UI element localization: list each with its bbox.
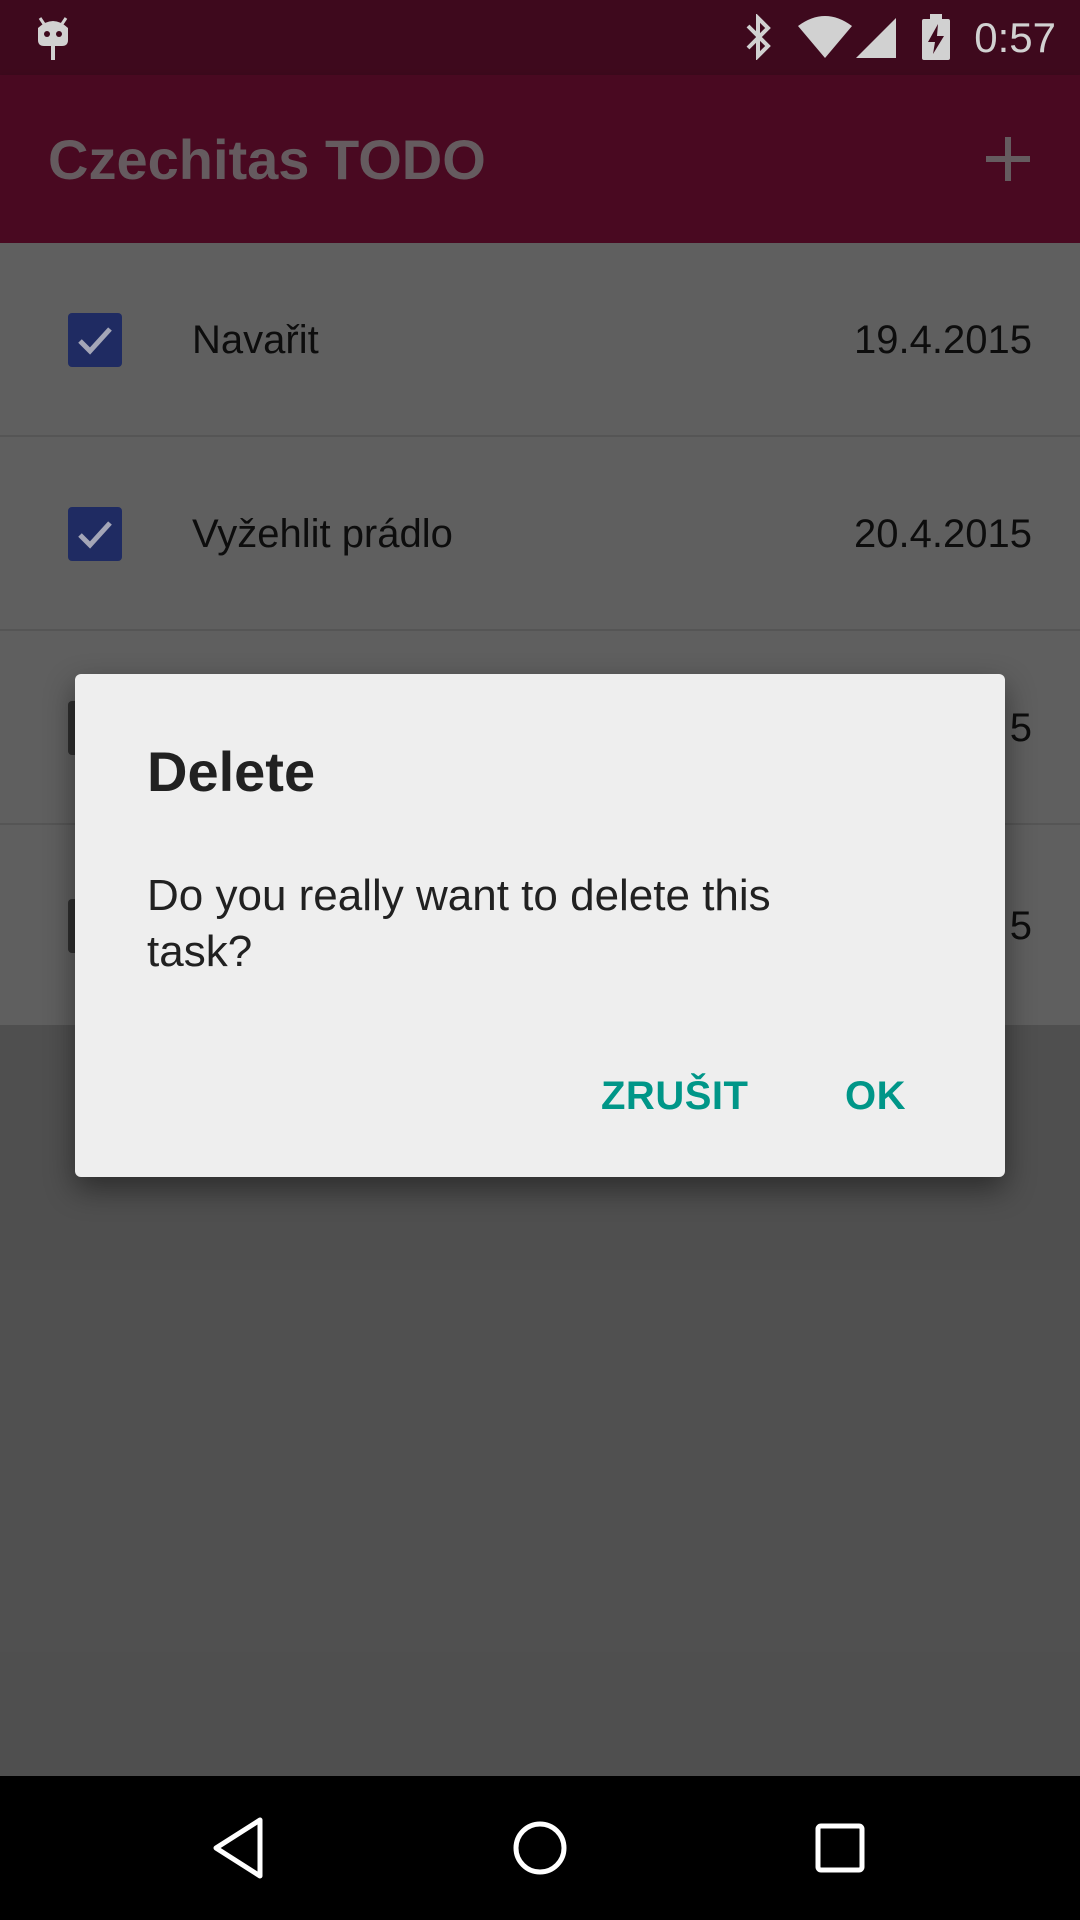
dialog-title: Delete <box>147 740 316 803</box>
back-icon[interactable] <box>204 1812 276 1884</box>
dialog-message: Do you really want to delete this task? <box>147 871 771 976</box>
ok-button[interactable]: OK <box>821 1052 930 1140</box>
delete-dialog: Delete Do you really want to delete this… <box>75 674 1005 1177</box>
recent-apps-icon[interactable] <box>804 1812 876 1884</box>
home-icon[interactable] <box>504 1812 576 1884</box>
navigation-bar <box>0 1776 1080 1920</box>
screen: 0:57 Czechitas TODO Navařit 19.4.2015 Vy… <box>0 0 1080 1920</box>
cancel-button[interactable]: ZRUŠIT <box>577 1052 772 1140</box>
